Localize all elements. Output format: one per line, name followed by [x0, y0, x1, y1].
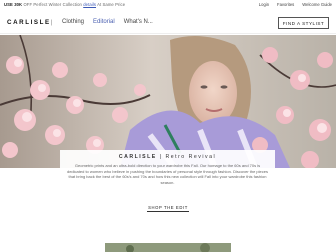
nav-item-clothing[interactable]: Clothing [62, 19, 84, 25]
favorites-link[interactable]: Favorites [277, 2, 294, 7]
shop-the-edit-link[interactable]: SHOP THE EDIT [147, 205, 189, 212]
main-nav: Clothing Editorial What's N... [62, 19, 153, 25]
hero-card-body: Geometric prints and an ultra-bold direc… [66, 163, 268, 185]
hero-image [0, 35, 336, 168]
promo-details-link[interactable]: details [83, 2, 96, 7]
brand-logo-text: CARLISLE [7, 19, 51, 26]
utility-nav: Login Favorites Welcome Guide [259, 2, 332, 7]
nav-item-whats-new[interactable]: What's N... [124, 19, 153, 25]
promo-message: OFF Perfect Winter Collection [23, 2, 82, 7]
brand-logo[interactable]: CARLISLE| [7, 19, 52, 26]
hero-card-title: CARLISLE | Retro Revival [60, 154, 275, 160]
promo-text: USE 30K OFF Perfect Winter Collection de… [4, 2, 125, 7]
site-header: CARLISLE| Clothing Editorial What's N...… [0, 10, 336, 34]
next-section-image [0, 241, 336, 252]
hero-content-card: CARLISLE | Retro Revival Geometric print… [60, 150, 275, 196]
promo-suffix: At Same Price [97, 2, 126, 7]
promo-code: 30K [14, 2, 23, 7]
find-a-stylist-button[interactable]: FIND A STYLIST [278, 17, 329, 29]
logo-separator: | [50, 19, 53, 26]
promo-prefix: USE [4, 2, 13, 7]
login-link[interactable]: Login [259, 2, 269, 7]
hero-card-subtitle: | Retro Revival [159, 154, 217, 160]
promo-bar: USE 30K OFF Perfect Winter Collection de… [0, 0, 336, 10]
next-section-preview [0, 240, 336, 252]
nav-item-editorial[interactable]: Editorial [93, 19, 115, 25]
hero-photo [0, 35, 336, 168]
welcome-guide-link[interactable]: Welcome Guide [302, 2, 332, 7]
hero-card-brand: CARLISLE [118, 154, 157, 160]
